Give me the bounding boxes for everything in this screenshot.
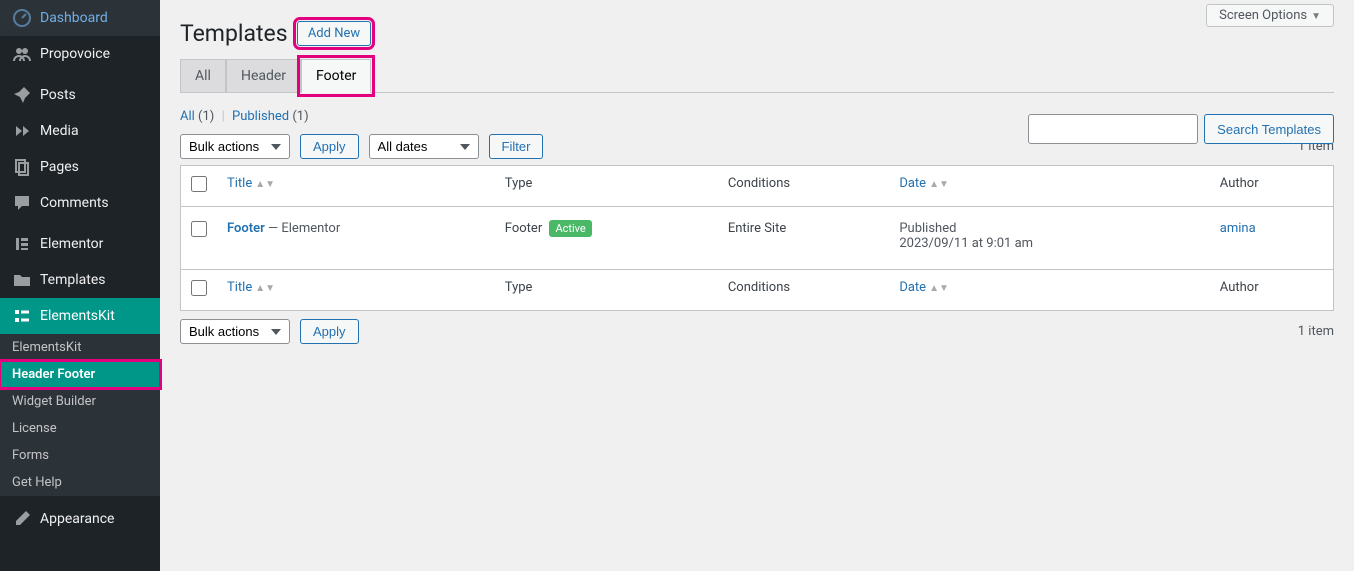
bulk-actions-select-bottom[interactable]: Bulk actions	[180, 319, 290, 344]
sidebar-item-elementskit[interactable]: ElementsKit	[0, 298, 160, 334]
sidebar-item-propovoice[interactable]: Propovoice	[0, 36, 160, 72]
sidebar-label: ElementsKit	[40, 308, 115, 324]
filter-all[interactable]: All	[180, 109, 195, 124]
template-tabs: All Header Footer	[180, 59, 1334, 93]
filter-button[interactable]: Filter	[489, 134, 544, 159]
date-filter-select[interactable]: All dates	[369, 134, 479, 159]
page-title: Templates	[180, 20, 288, 47]
status-badge: Active	[549, 220, 591, 237]
col-title-bottom[interactable]: Title▲▼	[227, 280, 275, 295]
sidebar-submenu: ElementsKit Header Footer Widget Builder…	[0, 334, 160, 496]
row-date-status: Published	[899, 221, 1199, 236]
row-title-suffix: — Elementor	[265, 221, 340, 236]
sidebar-sub-license[interactable]: License	[0, 415, 160, 442]
apply-button-bottom[interactable]: Apply	[300, 319, 359, 344]
sidebar-sub-header-footer[interactable]: Header Footer	[0, 361, 160, 388]
comment-icon	[12, 193, 32, 213]
sidebar-item-appearance[interactable]: Appearance	[0, 501, 160, 537]
tablenav-bottom: Bulk actions Apply 1 item	[180, 319, 1334, 344]
sort-icon: ▲▼	[255, 283, 275, 294]
pin-icon	[12, 85, 32, 105]
row-date: 2023/09/11 at 9:01 am	[899, 236, 1199, 251]
table-row: Footer — Elementor Footer Active Entire …	[181, 207, 1334, 270]
media-icon	[12, 121, 32, 141]
sidebar-label: Propovoice	[40, 46, 110, 62]
sidebar-item-comments[interactable]: Comments	[0, 185, 160, 221]
row-author-link[interactable]: amina	[1220, 221, 1256, 236]
sidebar-sub-elementskit[interactable]: ElementsKit	[0, 334, 160, 361]
col-type-bottom: Type	[495, 270, 718, 311]
tab-all[interactable]: All	[180, 59, 226, 93]
sort-icon: ▲▼	[255, 179, 275, 190]
chevron-down-icon: ▼	[1311, 11, 1321, 22]
select-all-checkbox[interactable]	[191, 176, 207, 192]
sort-icon: ▲▼	[929, 179, 949, 190]
item-count-bottom: 1 item	[1298, 324, 1334, 339]
screen-options-button[interactable]: Screen Options▼	[1206, 4, 1334, 27]
col-title[interactable]: Title▲▼	[227, 176, 275, 191]
sidebar-label: Templates	[40, 272, 106, 288]
row-title-link[interactable]: Footer	[227, 221, 265, 236]
elementor-icon	[12, 234, 32, 254]
row-type: Footer	[505, 221, 542, 236]
sidebar-sub-gethelp[interactable]: Get Help	[0, 469, 160, 496]
brush-icon	[12, 509, 32, 529]
sidebar-label: Posts	[40, 87, 76, 103]
templates-table: Title▲▼ Type Conditions Date▲▼ Author Fo…	[180, 165, 1334, 311]
filter-all-count: (1)	[198, 109, 214, 124]
sidebar-item-posts[interactable]: Posts	[0, 77, 160, 113]
search-templates-button[interactable]: Search Templates	[1204, 114, 1334, 144]
sidebar-item-dashboard[interactable]: Dashboard	[0, 0, 160, 36]
sidebar-label: Dashboard	[40, 10, 108, 26]
col-date-bottom[interactable]: Date▲▼	[899, 280, 949, 295]
row-checkbox[interactable]	[191, 221, 207, 237]
sidebar-label: Appearance	[40, 511, 114, 527]
search-box: Search Templates	[1028, 114, 1334, 144]
col-author-bottom: Author	[1210, 270, 1334, 311]
pages-icon	[12, 157, 32, 177]
sidebar-item-media[interactable]: Media	[0, 113, 160, 149]
filter-published[interactable]: Published	[232, 109, 289, 124]
sidebar-label: Media	[40, 123, 79, 139]
col-type: Type	[495, 166, 718, 207]
sidebar-item-templates[interactable]: Templates	[0, 262, 160, 298]
ekit-icon	[12, 306, 32, 326]
sidebar-label: Elementor	[40, 236, 103, 252]
select-all-checkbox-bottom[interactable]	[191, 280, 207, 296]
apply-button[interactable]: Apply	[300, 134, 359, 159]
filter-published-count: (1)	[292, 109, 308, 124]
users-icon	[12, 44, 32, 64]
sidebar-item-pages[interactable]: Pages	[0, 149, 160, 185]
sidebar-label: Pages	[40, 159, 79, 175]
tab-footer[interactable]: Footer	[301, 59, 371, 93]
col-date[interactable]: Date▲▼	[899, 176, 949, 191]
folder-icon	[12, 270, 32, 290]
tab-header[interactable]: Header	[226, 59, 301, 93]
bulk-actions-select[interactable]: Bulk actions	[180, 134, 290, 159]
sidebar-sub-forms[interactable]: Forms	[0, 442, 160, 469]
search-input[interactable]	[1028, 114, 1198, 144]
col-conditions: Conditions	[718, 166, 890, 207]
col-conditions-bottom: Conditions	[718, 270, 890, 311]
sidebar-label: Comments	[40, 195, 109, 211]
admin-sidebar: Dashboard Propovoice Posts Media Pages C…	[0, 0, 160, 571]
main-content: Screen Options▼ Templates Add New All He…	[160, 0, 1354, 571]
gauge-icon	[12, 8, 32, 28]
col-author: Author	[1210, 166, 1334, 207]
add-new-button[interactable]: Add New	[297, 21, 371, 46]
sidebar-item-elementor[interactable]: Elementor	[0, 226, 160, 262]
row-conditions: Entire Site	[718, 207, 890, 270]
sort-icon: ▲▼	[929, 283, 949, 294]
sidebar-sub-widget-builder[interactable]: Widget Builder	[0, 388, 160, 415]
